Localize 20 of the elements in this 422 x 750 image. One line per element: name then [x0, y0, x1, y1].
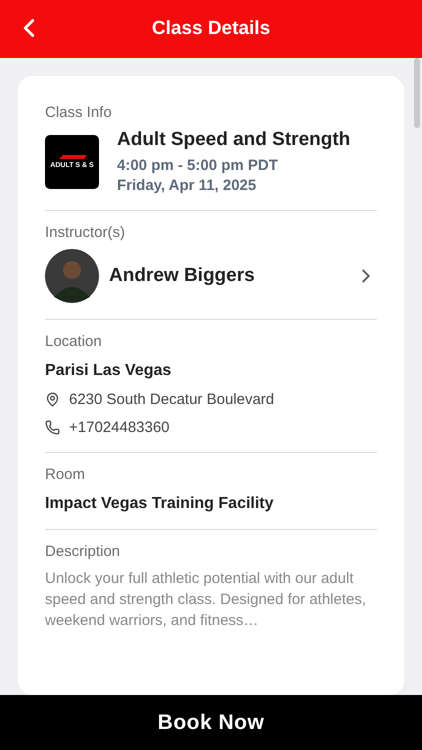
class-date: Friday, Apr 11, 2025 — [117, 177, 258, 194]
map-pin-icon — [45, 392, 60, 407]
phone-icon — [45, 420, 60, 435]
instructor-row[interactable]: Andrew Biggers — [45, 249, 377, 303]
section-label: Room — [45, 466, 86, 483]
room-name: Impact Vegas Training Facility — [45, 495, 275, 513]
section-label: Instructor(s) — [45, 224, 126, 241]
header-title: Class Details — [152, 18, 270, 40]
description-text: Unlock your full athletic potential with our adult speed and strength class. Designed for athletes, weekend warriors, and fitness… — [45, 569, 368, 631]
avatar-icon — [45, 249, 99, 303]
book-now-button[interactable]: Book Now — [0, 695, 422, 750]
phone-number: +17024483360 — [69, 419, 170, 436]
section-label: Location — [45, 333, 103, 350]
stripe-icon — [57, 154, 87, 158]
class-time: 4:00 pm - 5:00 pm PDT — [117, 157, 279, 174]
section-label: Description — [45, 543, 122, 560]
class-name: Adult Speed and Strength — [117, 129, 350, 151]
section-label: Class Info — [45, 104, 113, 121]
address-text: 6230 South Decatur Boulevard — [69, 391, 274, 408]
location-name: Parisi Las Vegas — [45, 362, 172, 380]
